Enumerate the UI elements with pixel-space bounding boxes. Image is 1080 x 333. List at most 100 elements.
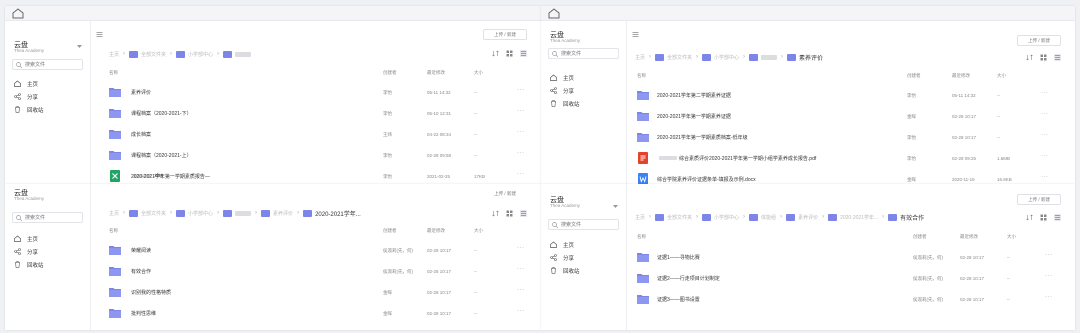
list-view-icon[interactable] (520, 210, 527, 217)
table-row[interactable]: 批判性思维 金晖 02-28 10:17 -- ··· (109, 303, 529, 324)
more-icon[interactable]: ··· (1045, 252, 1053, 258)
column-size[interactable]: 大小 (1007, 234, 1016, 240)
more-icon[interactable]: ··· (517, 171, 525, 177)
table-row[interactable]: 成长档案 王炜 04-22 08:34 -- ··· (109, 124, 529, 145)
breadcrumb-item[interactable]: 素养评价 (786, 213, 818, 221)
search-field[interactable] (561, 221, 616, 229)
breadcrumb-item[interactable]: 小学部中心 (176, 50, 213, 58)
sidebar-item-share[interactable]: 分享 (550, 251, 580, 264)
table-row[interactable]: 2020-2021学年第一学期素质报告— .xlsx 李怡 2021-02-25 … (109, 166, 529, 184)
upload-new-button[interactable]: 上传 / 新建 (1017, 35, 1061, 46)
sidebar-item-trash[interactable]: 回收站 (14, 258, 44, 271)
more-icon[interactable]: ··· (1041, 132, 1049, 138)
breadcrumb-item[interactable]: 全部文件夹 (655, 53, 692, 61)
table-row[interactable]: 有效合作 侯淑莉(先，何) 02-28 10:17 -- ··· (109, 261, 529, 282)
search-input[interactable] (12, 212, 83, 223)
more-icon[interactable]: ··· (1041, 174, 1049, 180)
breadcrumb-item[interactable]: 素养评价 (261, 209, 293, 217)
column-size[interactable]: 大小 (474, 70, 483, 76)
sidebar-item-share[interactable]: 分享 (550, 84, 580, 97)
table-row[interactable]: 证据1——寻物比赛 侯淑莉(先，何) 02-28 10:17 -- ··· (637, 247, 1057, 268)
table-row[interactable]: 识别我的性格特质 金晖 02-28 10:17 -- ··· (109, 282, 529, 303)
sidebar-item-trash[interactable]: 回收站 (550, 264, 580, 277)
sidebar-item-share[interactable]: 分享 (14, 245, 44, 258)
search-field[interactable] (561, 50, 616, 58)
column-name[interactable]: 名称 (637, 234, 646, 240)
breadcrumb-item[interactable]: 体能组 (749, 213, 776, 221)
column-modified[interactable]: 最近修改 (960, 234, 978, 240)
chevron-down-icon[interactable] (613, 205, 618, 209)
upload-new-button[interactable]: 上传 / 新建 (483, 188, 527, 199)
upload-new-button[interactable]: 上传 / 新建 (1017, 194, 1061, 205)
more-icon[interactable]: ··· (517, 287, 525, 293)
table-row[interactable]: 素养评价 李怡 05-11 14:32 -- ··· (109, 82, 529, 103)
breadcrumb-item[interactable]: 主页 (109, 210, 119, 217)
table-row[interactable]: 综合学院素养评价证据条单-填报及示例.docx 金晖 2020-11-15 16… (637, 169, 1057, 184)
sidebar-item-home[interactable]: 主页 (14, 77, 44, 90)
breadcrumb-item[interactable]: 主页 (635, 54, 645, 61)
menu-icon[interactable] (632, 31, 639, 38)
column-owner[interactable]: 创建者 (907, 73, 921, 79)
column-modified[interactable]: 最近修改 (427, 70, 445, 76)
table-row[interactable]: 证据3——图书设置 侯淑莉(先，何) 02-28 10:17 -- ··· (637, 289, 1057, 310)
sidebar-item-home[interactable]: 主页 (14, 232, 44, 245)
upload-new-button[interactable]: 上传 / 新建 (483, 29, 527, 40)
search-field[interactable] (25, 214, 80, 222)
column-size[interactable]: 大小 (997, 73, 1006, 79)
more-icon[interactable]: ··· (517, 266, 525, 272)
sidebar-item-share[interactable]: 分享 (14, 90, 44, 103)
table-row[interactable]: 2020-2021学年第二学期素养证据 李怡 05-11 14:32 -- ··… (637, 85, 1057, 106)
breadcrumb-item[interactable]: 小学部中心 (702, 53, 739, 61)
search-input[interactable] (12, 59, 83, 70)
table-row[interactable]: 2020-2021学年第一学期素质档案-低年级 李怡 02-28 10:17 -… (637, 127, 1057, 148)
table-row[interactable]: 荣耀阅读 侯淑莉(先，何) 02-28 10:17 -- ··· (109, 240, 529, 261)
breadcrumb-item[interactable]: 主页 (635, 214, 645, 221)
menu-icon[interactable] (96, 31, 103, 38)
more-icon[interactable]: ··· (517, 308, 525, 314)
breadcrumb-item[interactable]: 主页 (109, 51, 119, 58)
table-row[interactable]: 综合素质评价2020-2021学年第一学期小组学素养成长报告.pdf 李怡 02… (637, 148, 1057, 169)
chevron-down-icon[interactable] (77, 45, 82, 49)
column-name[interactable]: 名称 (109, 228, 118, 234)
grid-view-icon[interactable] (506, 210, 513, 217)
sort-icon[interactable] (492, 210, 499, 217)
breadcrumb-item[interactable]: 小学部中心 (176, 209, 213, 217)
column-modified[interactable]: 最近修改 (952, 73, 970, 79)
column-owner[interactable]: 创建者 (383, 228, 397, 234)
table-row[interactable]: 课程档案（2020-2021-上） 李怡 02-28 09:58 -- ··· (109, 145, 529, 166)
sidebar-item-trash[interactable]: 回收站 (550, 97, 580, 110)
table-row[interactable]: 证据2——行走项目计划制定 侯淑莉(先，何) 02-28 10:17 -- ··… (637, 268, 1057, 289)
sidebar-item-home[interactable]: 主页 (550, 238, 580, 251)
home-tab-icon[interactable] (11, 7, 25, 20)
sidebar-item-home[interactable]: 主页 (550, 71, 580, 84)
column-owner[interactable]: 创建者 (913, 234, 927, 240)
breadcrumb-item[interactable] (223, 50, 252, 58)
breadcrumb-item[interactable]: 全部文件夹 (655, 213, 692, 221)
more-icon[interactable]: ··· (1045, 294, 1053, 300)
table-row[interactable]: 课程档案（2020-2021-下） 李怡 05-10 12:31 -- ··· (109, 103, 529, 124)
column-modified[interactable]: 最近修改 (427, 228, 445, 234)
breadcrumb-item[interactable]: 全部文件夹 (129, 50, 166, 58)
more-icon[interactable]: ··· (517, 129, 525, 135)
more-icon[interactable]: ··· (517, 87, 525, 93)
breadcrumb-item[interactable] (223, 209, 252, 217)
sort-icon[interactable] (1026, 54, 1033, 61)
home-tab-icon[interactable] (547, 7, 561, 20)
sort-icon[interactable] (492, 50, 499, 57)
breadcrumb-item[interactable] (749, 53, 778, 61)
table-row[interactable]: 2020-2021学年第一学期素养证据 金晖 02-28 10:17 -- ··… (637, 106, 1057, 127)
more-icon[interactable]: ··· (517, 150, 525, 156)
column-name[interactable]: 名称 (637, 73, 646, 79)
breadcrumb-item[interactable]: 全部文件夹 (129, 209, 166, 217)
search-input[interactable] (548, 48, 619, 59)
column-name[interactable]: 名称 (109, 70, 118, 76)
more-icon[interactable]: ··· (1041, 153, 1049, 159)
column-owner[interactable]: 创建者 (383, 70, 397, 76)
grid-view-icon[interactable] (506, 50, 513, 57)
more-icon[interactable]: ··· (517, 108, 525, 114)
more-icon[interactable]: ··· (1041, 90, 1049, 96)
breadcrumb-item[interactable]: 2020-2021学年... (828, 213, 878, 221)
more-icon[interactable]: ··· (1041, 111, 1049, 117)
more-icon[interactable]: ··· (517, 245, 525, 251)
sidebar-item-trash[interactable]: 回收站 (14, 103, 44, 116)
